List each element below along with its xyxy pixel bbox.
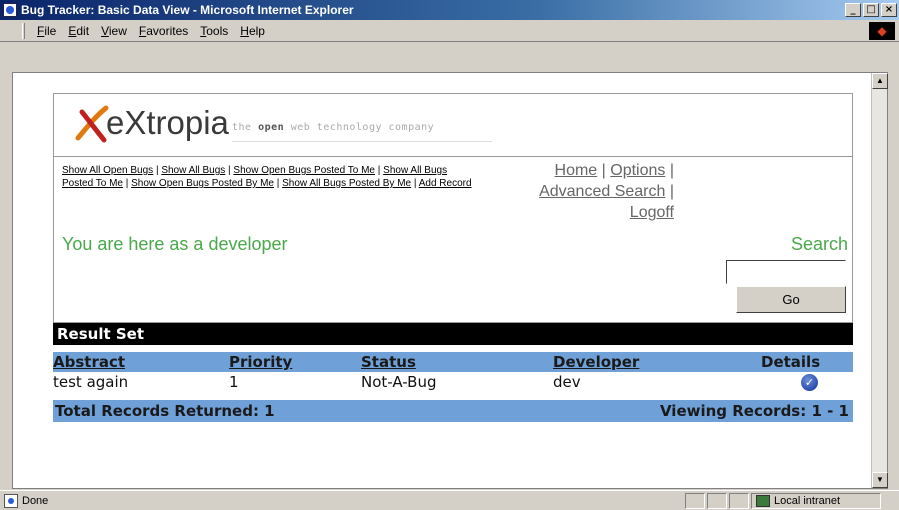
zone-text: Local intranet	[774, 494, 841, 507]
page-content: eXtropia the open web technology company…	[12, 72, 888, 489]
col-priority-label[interactable]: Priority	[229, 353, 292, 371]
role-message: You are here as a developer	[62, 234, 288, 254]
link-home[interactable]: Home	[555, 162, 598, 179]
col-status[interactable]: Status	[361, 352, 416, 372]
nav-links: Home | Options | Advanced Search | Logof…	[539, 162, 674, 221]
link-logoff[interactable]: Logoff	[630, 204, 674, 221]
link-add-record[interactable]: Add Record	[419, 178, 472, 189]
tagline-divider	[232, 141, 492, 142]
ie-icon	[3, 3, 17, 17]
title-bar: Bug Tracker: Basic Data View - Microsoft…	[0, 0, 899, 20]
menu-edit[interactable]: Edit	[62, 24, 95, 38]
go-button[interactable]: Go	[736, 286, 846, 313]
col-developer-label[interactable]: Developer	[553, 353, 639, 371]
status-panel	[729, 492, 749, 509]
viewing-records: Viewing Records: 1 - 1	[659, 402, 849, 420]
table-footer: Total Records Returned: 1 Viewing Record…	[53, 400, 853, 422]
menu-view[interactable]: View	[95, 24, 133, 38]
link-show-all-bugs-posted-by-me[interactable]: Show All Bugs Posted By Me	[282, 178, 411, 189]
cell-abstract: test again	[53, 373, 129, 391]
menu-grip	[22, 22, 25, 39]
result-set-header: Result Set	[53, 323, 853, 345]
total-records: Total Records Returned: 1	[55, 402, 275, 420]
col-developer[interactable]: Developer	[553, 352, 639, 372]
vertical-scrollbar[interactable]: ▲ ▼	[871, 73, 888, 488]
search-label: Search	[790, 234, 848, 254]
intranet-icon	[756, 494, 770, 507]
col-details: Details	[761, 352, 820, 372]
link-show-all-bugs[interactable]: Show All Bugs	[161, 165, 225, 176]
table-header: Abstract Priority Status Developer Detai…	[53, 352, 853, 372]
menu-bar: File Edit View Favorites Tools Help ◆	[0, 20, 899, 42]
col-abstract-label[interactable]: Abstract	[53, 353, 125, 371]
extropia-logo-icon	[75, 105, 109, 143]
cell-priority: 1	[229, 373, 239, 391]
search-input[interactable]	[726, 260, 846, 284]
toolbar-strip	[12, 45, 888, 72]
tagline-post: web technology company	[284, 122, 435, 133]
window-controls: _ □ ×	[845, 3, 897, 17]
menu-file[interactable]: File	[31, 24, 62, 38]
col-priority[interactable]: Priority	[229, 352, 292, 372]
logo-header: eXtropia the open web technology company	[54, 94, 852, 157]
menu-favorites[interactable]: Favorites	[133, 24, 194, 38]
scroll-down-icon[interactable]: ▼	[872, 472, 888, 488]
tagline: the open web technology company	[232, 122, 434, 133]
link-advanced-search[interactable]: Advanced Search	[539, 183, 665, 200]
app-frame: eXtropia the open web technology company…	[53, 93, 853, 323]
link-show-open-bugs-posted-by-me[interactable]: Show Open Bugs Posted By Me	[131, 178, 274, 189]
col-status-label[interactable]: Status	[361, 353, 416, 371]
logo-text: eXtropia	[106, 104, 229, 141]
filter-links: Show All Open Bugs | Show All Bugs | Sho…	[62, 165, 472, 189]
details-icon[interactable]: ✓	[801, 374, 818, 391]
status-panel	[685, 492, 705, 509]
menu-help[interactable]: Help	[234, 24, 271, 38]
link-options[interactable]: Options	[610, 162, 665, 179]
windows-logo-icon: ◆	[869, 21, 895, 40]
cell-status: Not-A-Bug	[361, 373, 437, 391]
window-title: Bug Tracker: Basic Data View - Microsoft…	[21, 3, 354, 17]
menu-tools[interactable]: Tools	[194, 24, 234, 38]
page-icon	[4, 493, 18, 508]
scroll-up-icon[interactable]: ▲	[872, 73, 888, 89]
tagline-bold: open	[258, 122, 285, 133]
status-bar: Done Local intranet	[0, 490, 899, 510]
link-show-all-open-bugs[interactable]: Show All Open Bugs	[62, 165, 153, 176]
table-row: test again 1 Not-A-Bug dev ✓	[53, 372, 853, 392]
status-text: Done	[22, 494, 49, 507]
minimize-button[interactable]: _	[845, 3, 861, 17]
zone-panel: Local intranet	[751, 492, 881, 509]
link-show-open-bugs-posted-to-me[interactable]: Show Open Bugs Posted To Me	[233, 165, 375, 176]
maximize-button[interactable]: □	[863, 3, 879, 17]
status-panel	[707, 492, 727, 509]
tagline-pre: the	[232, 122, 259, 133]
col-abstract[interactable]: Abstract	[53, 352, 125, 372]
col-details-label: Details	[761, 353, 821, 371]
close-button[interactable]: ×	[881, 3, 897, 17]
cell-developer: dev	[553, 373, 581, 391]
